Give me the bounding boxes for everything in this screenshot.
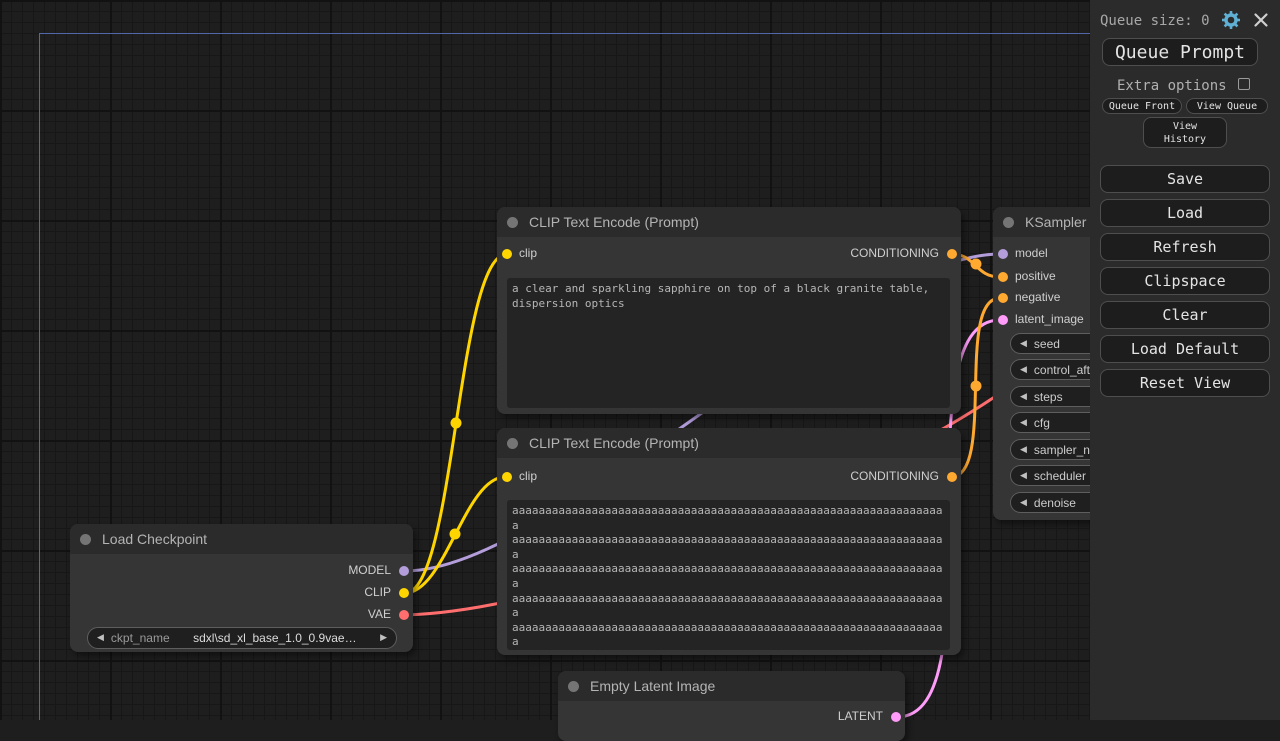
vae-socket[interactable] xyxy=(399,610,409,620)
close-icon[interactable] xyxy=(1253,12,1269,28)
queue-size-label: Queue size: 0 xyxy=(1100,13,1210,29)
slot-label: positive xyxy=(1015,269,1056,283)
node-title-bar[interactable]: CLIP Text Encode (Prompt) xyxy=(497,428,961,458)
widget-name: scheduler xyxy=(1034,469,1086,483)
node-clip-text-encode-negative[interactable]: CLIP Text Encode (Prompt) clip CONDITION… xyxy=(497,428,961,655)
node-title: CLIP Text Encode (Prompt) xyxy=(529,428,699,458)
node-title: Load Checkpoint xyxy=(102,524,207,554)
conditioning-socket[interactable] xyxy=(947,249,957,259)
slot-label: negative xyxy=(1015,290,1060,304)
widget-left-arrow-icon[interactable]: ◀ xyxy=(1020,392,1027,402)
widget-left-arrow-icon[interactable]: ◀ xyxy=(1020,498,1027,508)
widget-left-arrow-icon[interactable]: ◀ xyxy=(97,633,104,643)
output-slot-conditioning: CONDITIONING xyxy=(741,246,961,262)
widget-name: denoise xyxy=(1034,496,1076,510)
clipspace-button[interactable]: Clipspace xyxy=(1100,267,1270,295)
comfy-menu-panel: Queue size: 0 Queue Prompt Extra options… xyxy=(1090,0,1280,720)
node-title: Empty Latent Image xyxy=(590,671,715,701)
clip-socket[interactable] xyxy=(502,249,512,259)
slot-label: CONDITIONING xyxy=(850,469,939,483)
model-socket[interactable] xyxy=(399,566,409,576)
ckpt-name-widget[interactable]: ◀ ckpt_name sdxl\sd_xl_base_1.0_0.9vae… … xyxy=(87,627,397,649)
slot-label: VAE xyxy=(368,607,391,621)
input-slot-clip: clip xyxy=(497,246,697,262)
latent-socket[interactable] xyxy=(998,315,1008,325)
load-default-button[interactable]: Load Default xyxy=(1100,335,1270,363)
refresh-button[interactable]: Refresh xyxy=(1100,233,1270,261)
model-socket[interactable] xyxy=(998,249,1008,259)
reset-view-button[interactable]: Reset View xyxy=(1100,369,1270,397)
widget-right-arrow-icon[interactable]: ▶ xyxy=(380,633,387,643)
conditioning-socket[interactable] xyxy=(998,272,1008,282)
view-history-button[interactable]: View History xyxy=(1143,117,1227,148)
queue-prompt-button[interactable]: Queue Prompt xyxy=(1102,38,1258,66)
latent-socket[interactable] xyxy=(891,712,901,722)
node-title-bar[interactable]: Load Checkpoint xyxy=(70,524,413,554)
node-title: CLIP Text Encode (Prompt) xyxy=(529,207,699,237)
slot-label: clip xyxy=(519,469,537,483)
slot-label: LATENT xyxy=(838,709,883,723)
canvas-border-left xyxy=(39,33,40,720)
conditioning-socket[interactable] xyxy=(998,293,1008,303)
prompt-textarea[interactable]: a clear and sparkling sapphire on top of… xyxy=(507,278,950,408)
widget-left-arrow-icon[interactable]: ◀ xyxy=(1020,365,1027,375)
output-slot-clip: CLIP xyxy=(253,585,413,601)
collapse-dot-icon[interactable] xyxy=(568,681,579,692)
extra-options-label: Extra options xyxy=(1117,78,1227,94)
extra-options-checkbox[interactable] xyxy=(1238,78,1250,90)
collapse-dot-icon[interactable] xyxy=(80,534,91,545)
widget-left-arrow-icon[interactable]: ◀ xyxy=(1020,418,1027,428)
node-title-bar[interactable]: CLIP Text Encode (Prompt) xyxy=(497,207,961,237)
clip-socket[interactable] xyxy=(399,588,409,598)
widget-name: cfg xyxy=(1034,416,1050,430)
output-slot-vae: VAE xyxy=(253,607,413,623)
collapse-dot-icon[interactable] xyxy=(1003,217,1014,228)
widget-name: ckpt_name xyxy=(111,631,170,645)
queue-front-button[interactable]: Queue Front xyxy=(1102,98,1182,114)
node-title: KSampler xyxy=(1025,207,1086,237)
save-button[interactable]: Save xyxy=(1100,165,1270,193)
widget-value: sdxl\sd_xl_base_1.0_0.9vae… xyxy=(170,631,380,645)
output-slot-latent: LATENT xyxy=(745,709,905,725)
load-button[interactable]: Load xyxy=(1100,199,1270,227)
slot-label: latent_image xyxy=(1015,312,1084,326)
node-load-checkpoint[interactable]: Load Checkpoint MODEL CLIP VAE ◀ ckpt_na… xyxy=(70,524,413,652)
slot-label: model xyxy=(1015,246,1048,260)
collapse-dot-icon[interactable] xyxy=(507,217,518,228)
slot-label: CONDITIONING xyxy=(850,246,939,260)
slot-label: MODEL xyxy=(348,563,391,577)
collapse-dot-icon[interactable] xyxy=(507,438,518,449)
node-empty-latent-image[interactable]: Empty Latent Image LATENT xyxy=(558,671,905,741)
view-queue-button[interactable]: View Queue xyxy=(1186,98,1268,114)
slot-label: CLIP xyxy=(364,585,391,599)
widget-name: seed xyxy=(1034,337,1060,351)
output-slot-model: MODEL xyxy=(253,563,413,579)
conditioning-socket[interactable] xyxy=(947,472,957,482)
output-slot-conditioning: CONDITIONING xyxy=(741,469,961,485)
node-clip-text-encode-positive[interactable]: CLIP Text Encode (Prompt) clip CONDITION… xyxy=(497,207,961,414)
widget-left-arrow-icon[interactable]: ◀ xyxy=(1020,339,1027,349)
gear-icon[interactable] xyxy=(1221,10,1241,30)
slot-label: clip xyxy=(519,246,537,260)
widget-name: steps xyxy=(1034,390,1063,404)
prompt-textarea[interactable]: aaaaaaaaaaaaaaaaaaaaaaaaaaaaaaaaaaaaaaaa… xyxy=(507,500,950,650)
clear-button[interactable]: Clear xyxy=(1100,301,1270,329)
clip-socket[interactable] xyxy=(502,472,512,482)
widget-left-arrow-icon[interactable]: ◀ xyxy=(1020,471,1027,481)
widget-left-arrow-icon[interactable]: ◀ xyxy=(1020,445,1027,455)
input-slot-clip: clip xyxy=(497,469,697,485)
node-title-bar[interactable]: Empty Latent Image xyxy=(558,671,905,701)
